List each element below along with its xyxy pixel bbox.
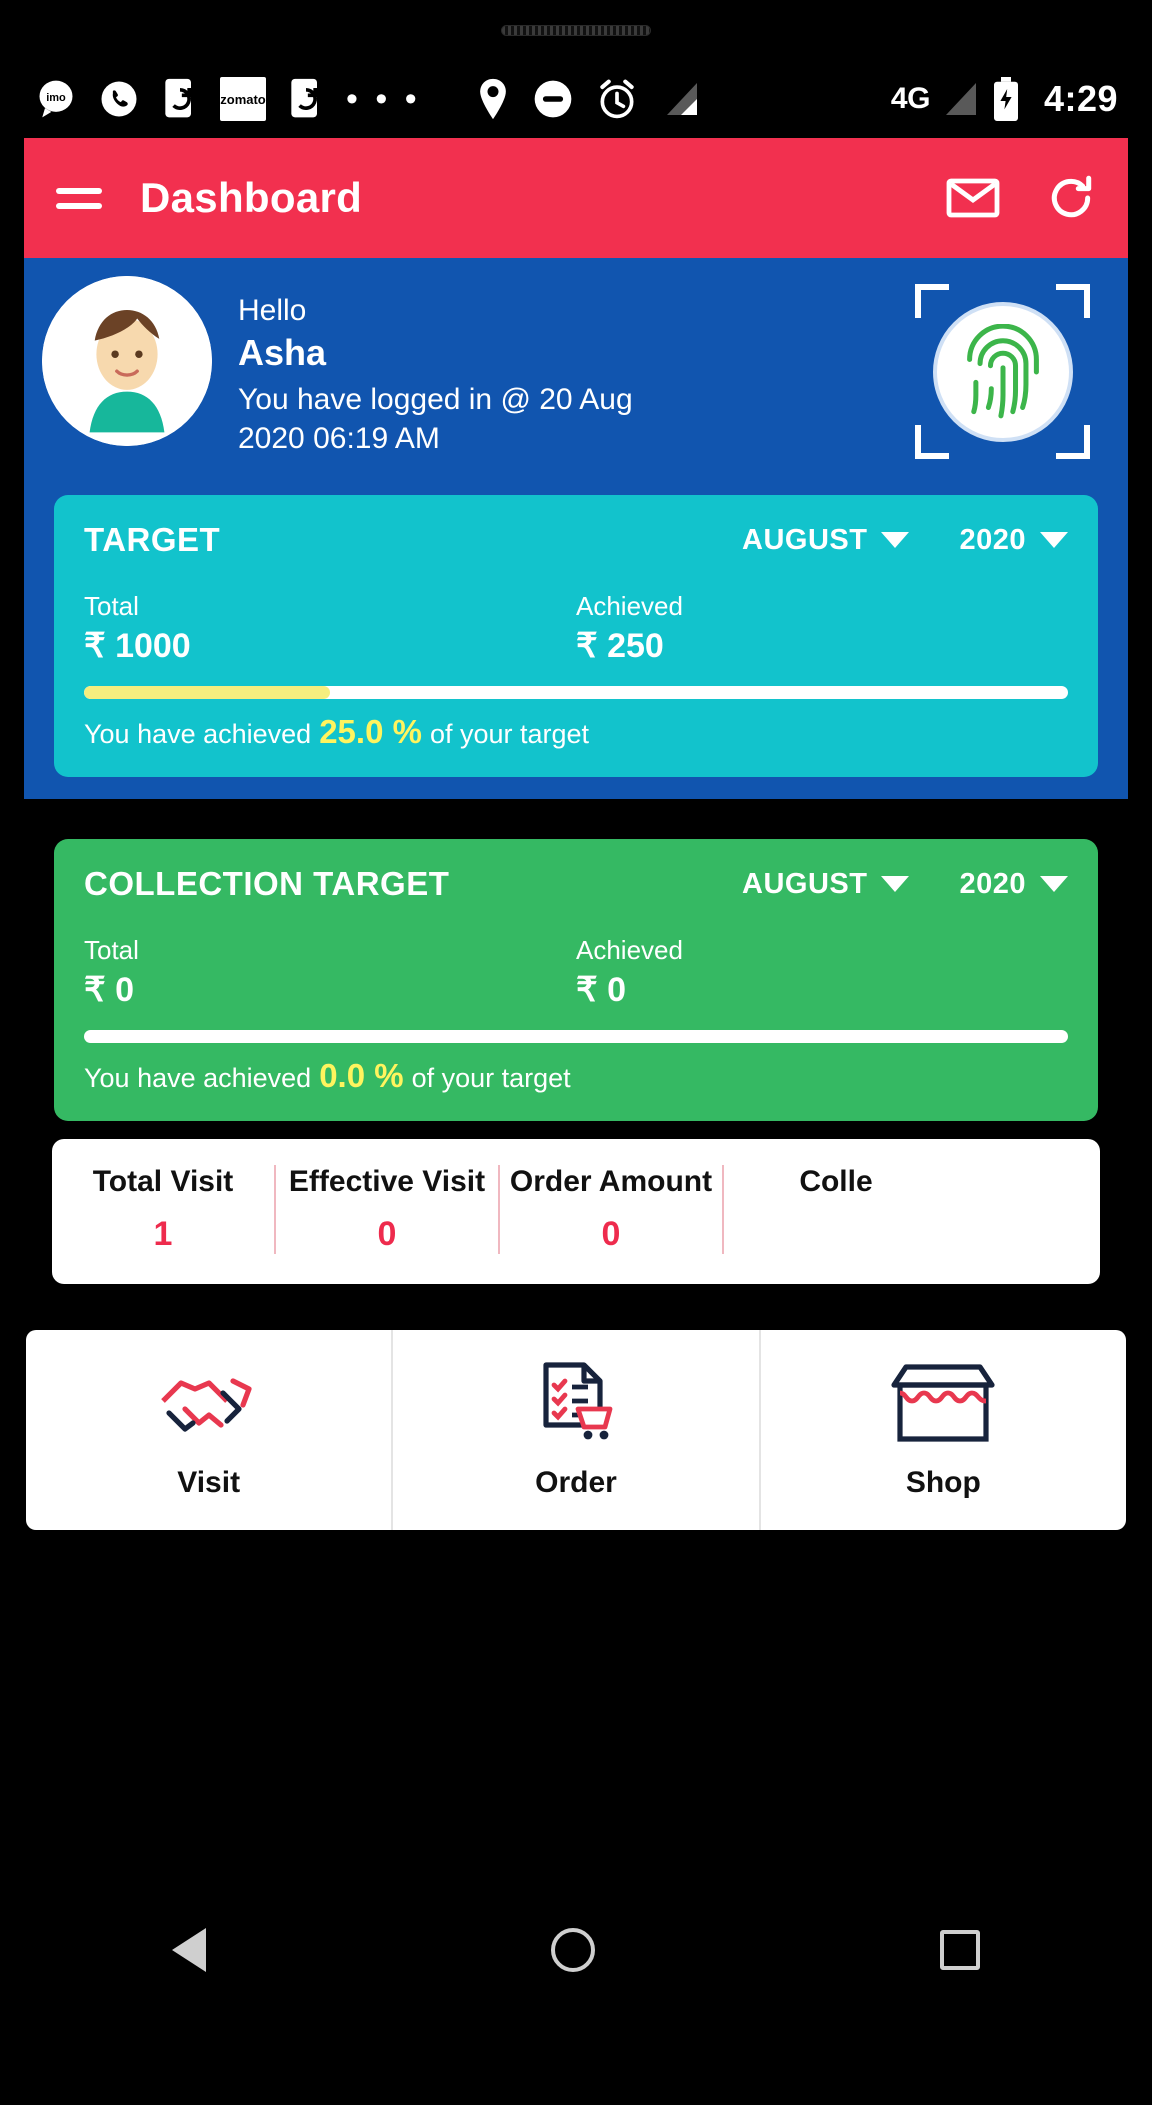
- collection-achieved-label: Achieved: [576, 935, 683, 965]
- user-name: Asha: [238, 331, 327, 373]
- target-year-select[interactable]: 2020: [959, 524, 1068, 557]
- stat-label: Effective Visit: [288, 1165, 486, 1198]
- refresh-icon[interactable]: [1046, 173, 1096, 223]
- profile-panel: Hello Asha You have logged in @ 20 Aug 2…: [24, 258, 1128, 799]
- network-type-label: 4G: [890, 82, 931, 115]
- stats-strip: Total Visit 1 Effective Visit 0 Order Am…: [52, 1139, 1100, 1284]
- stat-order-amount[interactable]: Order Amount 0: [500, 1165, 724, 1254]
- signal-bars-2-icon: [944, 79, 978, 119]
- target-progress-text: You have achieved 25.0 % of your target: [84, 713, 1068, 751]
- page-title: Dashboard: [140, 174, 363, 221]
- collection-month-value: AUGUST: [742, 867, 868, 900]
- nav-recents-square-icon[interactable]: [939, 1930, 980, 1970]
- stat-value: 0: [601, 1215, 621, 1253]
- quick-action-label: Order: [535, 1465, 617, 1499]
- target-card-title: TARGET: [84, 521, 221, 558]
- target-month-select[interactable]: AUGUST: [742, 523, 910, 557]
- alarm-icon: [595, 77, 639, 121]
- call-sync-icon-2: [286, 77, 326, 121]
- target-progress-suffix: of your target: [429, 719, 590, 749]
- zomato-icon: zomato: [220, 77, 266, 121]
- hamburger-menu-icon[interactable]: [56, 187, 102, 209]
- speaker-grille: [501, 24, 651, 36]
- do-not-disturb-icon: [531, 77, 575, 121]
- last-login-text: You have logged in @ 20 Aug 2020 06:19 A…: [238, 383, 633, 456]
- stat-value: 1: [153, 1215, 173, 1253]
- collection-progress-prefix: You have achieved: [84, 1063, 312, 1093]
- status-bar-clock: 4:29: [1043, 78, 1118, 119]
- stat-label: Order Amount: [509, 1165, 713, 1198]
- collection-target-card: COLLECTION TARGET AUGUST 2020 Total ₹ 0 …: [54, 839, 1098, 1121]
- target-progress-fill: [84, 686, 330, 699]
- collection-card-title: COLLECTION TARGET: [84, 865, 450, 902]
- stat-label: Total Visit: [92, 1165, 234, 1198]
- signal-bars-icon: [665, 79, 699, 119]
- nav-back-triangle-icon[interactable]: [172, 1928, 207, 1972]
- collection-total-label: Total: [84, 935, 139, 965]
- android-nav-bar: [0, 1890, 1152, 2010]
- chevron-down-icon: [1040, 876, 1068, 892]
- phone-screen: imo zomato • • • 4G 4:29 Dashboard Hello…: [0, 0, 1152, 2105]
- target-card: TARGET AUGUST 2020 Total ₹ 1000 Achieved: [54, 495, 1098, 777]
- collection-month-select[interactable]: AUGUST: [742, 867, 910, 901]
- call-sync-icon: [160, 77, 200, 121]
- collection-progress-percent: 0.0 %: [319, 1057, 404, 1094]
- quick-action-shop[interactable]: Shop: [761, 1330, 1126, 1530]
- stat-total-visit[interactable]: Total Visit 1: [52, 1165, 276, 1254]
- quick-action-visit[interactable]: Visit: [26, 1330, 394, 1530]
- nav-home-circle-icon[interactable]: [550, 1928, 595, 1972]
- imo-icon: imo: [34, 77, 78, 121]
- chevron-down-icon: [881, 532, 910, 548]
- handshake-icon: [157, 1361, 261, 1450]
- target-total: Total ₹ 1000: [84, 591, 576, 666]
- order-list-cart-icon: [526, 1361, 626, 1450]
- target-achieved: Achieved ₹ 250: [576, 591, 1068, 666]
- target-achieved-value: ₹ 250: [576, 627, 664, 665]
- device-speaker-notch: [0, 0, 1152, 60]
- target-total-label: Total: [84, 591, 139, 621]
- collection-progress-suffix: of your target: [411, 1063, 571, 1093]
- target-progress-prefix: You have achieved: [84, 719, 312, 749]
- location-icon: [475, 77, 511, 121]
- avatar: [42, 276, 212, 446]
- app-bar: Dashboard: [24, 138, 1128, 258]
- phone-icon: [98, 78, 140, 120]
- collection-achieved-value: ₹ 0: [576, 971, 626, 1009]
- quick-action-label: Visit: [177, 1465, 241, 1499]
- target-year-value: 2020: [959, 523, 1026, 556]
- collection-progress-text: You have achieved 0.0 % of your target: [84, 1057, 1068, 1095]
- quick-action-label: Shop: [905, 1465, 981, 1499]
- stat-effective-visit[interactable]: Effective Visit 0: [276, 1165, 500, 1254]
- target-month-value: AUGUST: [742, 523, 868, 556]
- collection-progress-bar: [84, 1030, 1068, 1043]
- greeting-label: Hello: [238, 294, 307, 327]
- collection-achieved: Achieved ₹ 0: [576, 935, 1068, 1010]
- chevron-down-icon: [1040, 532, 1068, 548]
- quick-actions-row: Visit Order Shop: [26, 1330, 1126, 1530]
- collection-total-value: ₹ 0: [84, 971, 134, 1009]
- collection-year-value: 2020: [959, 867, 1026, 900]
- status-bar: imo zomato • • • 4G 4:29: [0, 60, 1152, 138]
- svg-text:imo: imo: [46, 92, 66, 104]
- quick-action-order[interactable]: Order: [393, 1330, 761, 1530]
- fingerprint-scan-icon[interactable]: [915, 284, 1090, 459]
- stat-label: Colle: [799, 1165, 873, 1198]
- shop-storefront-icon: [888, 1361, 998, 1450]
- collection-total: Total ₹ 0: [84, 935, 576, 1010]
- chevron-down-icon: [881, 876, 910, 892]
- target-total-value: ₹ 1000: [84, 627, 191, 665]
- battery-charging-icon: [992, 77, 1020, 121]
- collection-year-select[interactable]: 2020: [959, 868, 1068, 901]
- target-progress-bar: [84, 686, 1068, 699]
- stat-value: 0: [377, 1215, 397, 1253]
- more-dots-icon: • • •: [346, 80, 421, 118]
- stat-collection-clipped[interactable]: Colle: [724, 1165, 948, 1254]
- mail-icon[interactable]: [946, 178, 1000, 218]
- target-achieved-label: Achieved: [576, 591, 683, 621]
- target-progress-percent: 25.0 %: [319, 713, 422, 750]
